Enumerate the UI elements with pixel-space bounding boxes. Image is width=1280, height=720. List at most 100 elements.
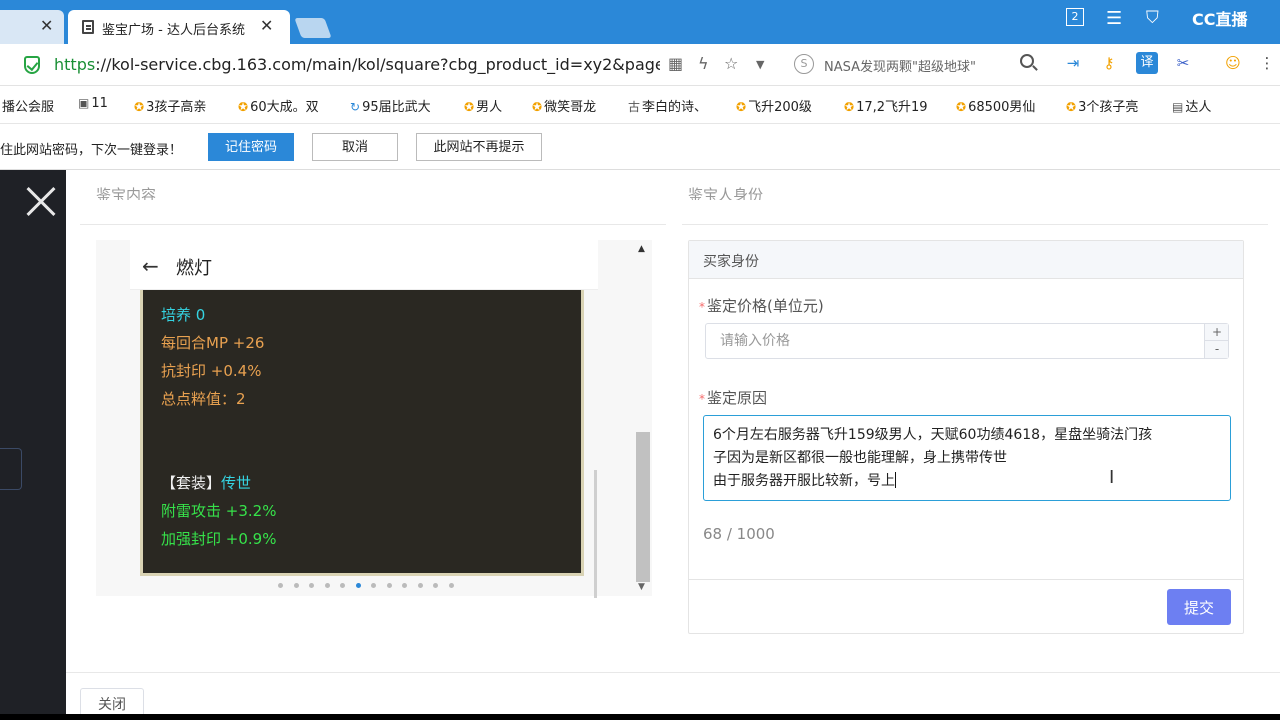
decrement-button[interactable]: - [1205,341,1229,358]
stat-line: 培养 0 [161,306,206,324]
bookmark-item[interactable]: ↻ 95届比武大 [350,96,431,115]
scroll-down-arrow-icon[interactable]: ▼ [638,582,645,592]
suit-line: 【套装】传世 [161,472,251,493]
price-input-wrapper: + - [705,323,1229,359]
window-count-badge[interactable]: 2 [1066,8,1084,26]
price-label-text: 鉴定价格(单位元) [707,297,824,315]
scissors-icon[interactable]: ✂ [1172,52,1194,74]
stat-line: 每回合MP +26 [161,334,265,352]
bookmark-item[interactable]: ✪ 3个孩子亮 [1066,96,1138,115]
carousel-dot[interactable] [324,583,330,588]
bookmark-item[interactable]: ✪ 飞升200级 [736,96,812,115]
text-cursor-icon: I [1109,467,1115,488]
search-engine-icon: S [794,54,814,74]
carousel-dot[interactable] [309,583,314,588]
bookmark-item[interactable]: ✪ 68500男仙 [956,96,1035,115]
menu-icon[interactable]: ☰ [1106,8,1122,29]
url-rest: ://kol-service.cbg.163.com/main/kol/squa… [95,55,660,74]
carousel-dot[interactable] [278,583,283,588]
reason-line-last: 由于服务器开服比较新，号上 [713,470,1221,493]
submit-button[interactable]: 提交 [1167,589,1231,625]
item-preview[interactable]: ← 燃灯 培养 0 每回合MP +26 抗封印 +0.4% 总点粹值：2 【套装… [96,240,652,598]
save-password-bar: 住此网站密码，下次一键登录！ 记住密码 取消 此网站不再提示 [0,124,1280,170]
new-tab-button[interactable] [294,18,332,38]
carousel-dot[interactable] [417,583,423,588]
bookmark-label: 11 [91,96,108,111]
carousel-dot[interactable] [355,583,361,588]
search-suggestion[interactable]: S NASA发现两颗"超级地球" [790,52,1042,78]
section-divider [682,224,1268,225]
carousel-dot[interactable] [402,583,407,588]
carousel-dot[interactable] [448,583,454,588]
scrollbar-thumb[interactable] [636,432,650,582]
security-shield-icon[interactable] [24,56,40,74]
key-icon[interactable]: ⚷ [1098,52,1120,74]
price-stepper: + - [1204,324,1229,358]
carousel-dot[interactable] [371,583,376,588]
bookmark-label: 68500男仙 [968,100,1036,115]
back-arrow-icon[interactable]: ← [142,254,159,278]
tab-previous[interactable]: ✕ [0,10,64,44]
skin-icon[interactable]: ⛉ [1146,8,1159,28]
increment-button[interactable]: + [1205,324,1229,341]
chick-icon: ✪ [464,100,475,114]
translate-icon[interactable]: 译 [1136,52,1158,74]
login-icon[interactable]: ⇥ [1062,52,1084,74]
smiley-icon[interactable]: ☺ [1222,52,1244,74]
qr-code-icon[interactable]: ▦ [668,54,683,73]
footer-divider [66,672,1280,673]
scroll-up-arrow-icon[interactable]: ▲ [638,244,645,254]
cancel-button[interactable]: 取消 [312,133,398,161]
reason-line-text: 由于服务器开服比较新，号上 [713,473,895,489]
search-hint-text: NASA发现两颗"超级地球" [824,60,976,75]
character-counter: 68 / 1000 [703,525,775,543]
url-field[interactable]: https://kol-service.cbg.163.com/main/kol… [54,55,660,74]
lightning-icon[interactable]: ϟ [698,54,709,73]
bookmark-item[interactable]: ✪ 男人 [464,96,502,115]
tab-close-icon[interactable]: ✕ [40,16,53,36]
suit-name: 传世 [221,474,252,492]
remember-password-button[interactable]: 记住密码 [208,133,294,161]
bookmark-label: 95届比武大 [362,100,431,115]
carousel-dot[interactable] [293,583,299,588]
bookmark-item[interactable]: ✪ 微笑哥龙 [532,96,596,115]
item-stats-panel: 培养 0 每回合MP +26 抗封印 +0.4% 总点粹值：2 【套装】传世 附… [140,290,584,576]
favorite-star-icon[interactable]: ☆ [724,54,738,73]
tab-active[interactable]: 鉴宝广场 - 达人后台系统 ✕ [68,10,290,44]
stat-line: 总点粹值：2 [161,390,246,408]
bookmark-item[interactable]: 播公会服 [2,96,54,115]
carousel-dot[interactable] [433,583,438,588]
bottom-edge [0,714,1280,720]
reason-textarea[interactable]: 6个月左右服务器飞升159级男人，天赋60功绩4618，星盘坐骑法门孩 子因为是… [703,415,1231,501]
save-password-message: 住此网站密码，下次一键登录！ [0,143,183,158]
overflow-icon[interactable]: ⋮ [1256,52,1278,74]
suit-label: 【套装】 [161,474,222,492]
bookmark-item[interactable]: ✪ 3孩子高亲 [134,96,206,115]
ancient-char-icon: 古 [628,100,641,114]
carousel-dot[interactable] [340,583,345,588]
bookmark-item[interactable]: ▤ 达人 [1172,96,1211,115]
price-input[interactable] [706,324,1202,358]
bookmark-item[interactable]: ✪ 60大成。双 [238,96,319,115]
bookmark-label: 17,2飞升19 [856,100,928,115]
appraisal-dialog: 鉴宝内容 鉴宝人身份 ← 燃灯 培养 0 每回合MP +26 抗封印 +0.4%… [66,170,1280,720]
suit-stat-line: 附雷攻击 +3.2% [161,502,277,520]
bookmark-item[interactable]: ▣ 11 [78,96,108,111]
image-icon: ▣ [78,96,90,110]
document-icon: ▤ [1172,100,1184,114]
scrollbar[interactable]: ▲ ▼ [634,244,650,592]
required-mark: * [699,392,705,406]
browser-tab-strip: ✕ 鉴宝广场 - 达人后台系统 ✕ 2 ☰ ⛉ CC直播 [0,0,1280,44]
bookmark-label: 男人 [476,100,503,115]
text-caret [895,472,896,488]
carousel-dot[interactable] [386,583,392,588]
url-scheme: https [54,55,96,74]
bookmark-item[interactable]: ✪ 17,2飞升19 [844,96,928,115]
close-icon[interactable] [22,184,58,220]
bookmark-item[interactable]: 古李白的诗、 [628,96,707,115]
never-prompt-button[interactable]: 此网站不再提示 [416,133,542,161]
chevron-down-icon[interactable]: ▼ [756,58,764,71]
tab-close-icon[interactable]: ✕ [260,16,273,36]
search-icon[interactable] [1020,54,1034,68]
stat-line: 抗封印 +0.4% [161,362,262,380]
